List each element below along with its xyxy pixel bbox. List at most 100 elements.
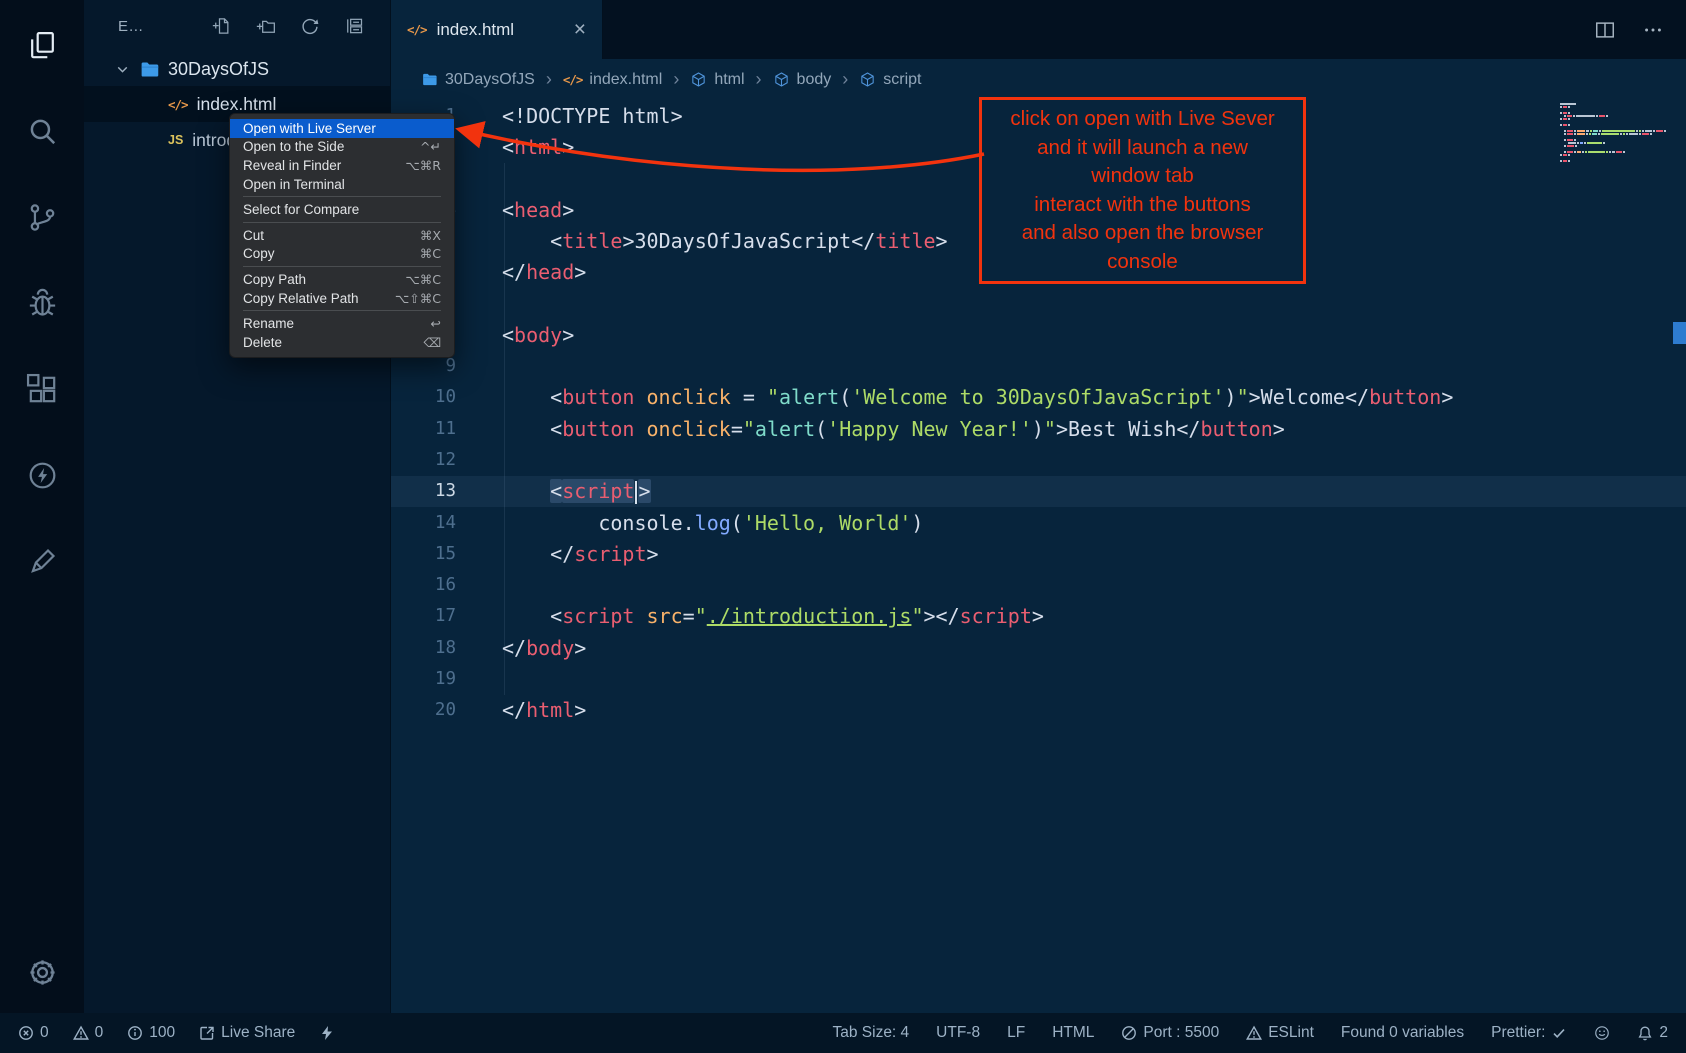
minimap-mark — [1560, 106, 1562, 108]
breadcrumb-30daysofjs[interactable]: 30DaysOfJS — [421, 71, 535, 89]
status-tab-size[interactable]: Tab Size: 4 — [832, 1024, 909, 1042]
breadcrumb-html[interactable]: html — [690, 71, 744, 89]
annotation-text-line: interact with the buttons — [988, 191, 1297, 220]
code-token: body — [526, 636, 574, 660]
status-live-share[interactable]: Live Share — [199, 1024, 295, 1042]
warning-icon — [73, 1025, 89, 1041]
code-line[interactable]: 13 <script> — [391, 476, 1686, 507]
code-line[interactable]: 12 — [391, 444, 1686, 475]
minimap-mark — [1629, 133, 1638, 135]
status-prettier[interactable]: Prettier: — [1491, 1024, 1567, 1042]
breadcrumb-index-html[interactable]: </>index.html — [563, 71, 663, 89]
tab-index-html[interactable]: </> index.html × — [391, 0, 603, 59]
code-token: onclick — [647, 417, 731, 441]
minimap-mark — [1564, 115, 1566, 117]
menu-item-delete[interactable]: Delete⌫ — [230, 333, 454, 352]
code-line[interactable]: 9 — [391, 350, 1686, 381]
menu-item-open-in-terminal[interactable]: Open in Terminal — [230, 175, 454, 194]
code-line[interactable]: 14 console.log('Hello, World') — [391, 507, 1686, 538]
activity-search-icon[interactable] — [14, 96, 70, 166]
minimap-mark — [1598, 133, 1600, 135]
minimap-mark — [1577, 151, 1580, 153]
status-eslint[interactable]: ESLint — [1246, 1024, 1314, 1042]
menu-item-select-for-compare[interactable]: Select for Compare — [230, 200, 454, 219]
code-line[interactable]: 11 <button onclick="alert('Happy New Yea… — [391, 413, 1686, 444]
activity-circle-bolt-icon[interactable] — [14, 440, 70, 510]
refresh-icon[interactable] — [300, 16, 320, 36]
code-line[interactable]: 19 — [391, 663, 1686, 694]
code-line[interactable]: 8<body> — [391, 319, 1686, 350]
code-text: <script src="./introduction.js"></script… — [502, 604, 1044, 628]
menu-item-label: Cut — [243, 228, 264, 243]
code-token: html — [526, 698, 574, 722]
code-token: > — [1249, 385, 1261, 409]
minimap-mark — [1584, 142, 1586, 144]
menu-item-rename[interactable]: Rename↩ — [230, 314, 454, 333]
collapse-all-icon[interactable] — [344, 16, 364, 36]
menu-item-label: Select for Compare — [243, 202, 359, 217]
code-text: <script> — [502, 479, 651, 504]
status-info-count[interactable]: 100 — [127, 1024, 175, 1042]
menu-item-copy[interactable]: Copy⌘C — [230, 245, 454, 264]
activity-source-control-icon[interactable] — [14, 182, 70, 252]
code-token: log — [695, 511, 731, 535]
code-text: <!DOCTYPE html> — [502, 104, 683, 128]
menu-item-copy-path[interactable]: Copy Path⌥⌘C — [230, 270, 454, 289]
activity-extensions-icon[interactable] — [14, 354, 70, 424]
status-warnings[interactable]: 0 — [73, 1024, 104, 1042]
activity-gear-icon[interactable] — [14, 937, 70, 1007]
menu-item-cut[interactable]: Cut⌘X — [230, 226, 454, 245]
line-number: 19 — [391, 669, 456, 689]
status-thunder-client[interactable] — [319, 1025, 335, 1041]
code-line[interactable]: 18</body> — [391, 632, 1686, 663]
status-eol[interactable]: LF — [1007, 1024, 1025, 1042]
activity-debug-icon[interactable] — [14, 268, 70, 338]
activity-bar-bottom — [14, 937, 70, 1013]
code-line[interactable]: 17 <script src="./introduction.js"></scr… — [391, 601, 1686, 632]
status-encoding[interactable]: UTF-8 — [936, 1024, 980, 1042]
code-line[interactable]: 15 </script> — [391, 538, 1686, 569]
code-token: > — [562, 323, 574, 347]
breadcrumb-label: html — [714, 71, 744, 89]
tab-bar: </> index.html × — [391, 0, 1686, 59]
breadcrumb-body[interactable]: body — [773, 71, 832, 89]
menu-item-reveal-in-finder[interactable]: Reveal in Finder⌥⌘R — [230, 156, 454, 175]
status-label: Live Share — [221, 1024, 295, 1042]
minimap-mark — [1564, 133, 1566, 135]
status-label: Port : 5500 — [1143, 1024, 1219, 1042]
minimap-mark — [1568, 142, 1575, 144]
breadcrumb-script[interactable]: script — [859, 71, 921, 89]
close-tab-icon[interactable]: × — [574, 18, 586, 42]
menu-item-open-with-live-server[interactable]: Open with Live Server — [230, 119, 454, 138]
split-editor-icon[interactable] — [1594, 19, 1616, 41]
status-notifications[interactable]: 2 — [1637, 1024, 1668, 1042]
status-variables[interactable]: Found 0 variables — [1341, 1024, 1464, 1042]
menu-item-shortcut: ⌥⌘C — [405, 272, 441, 287]
status-label: 100 — [149, 1024, 175, 1042]
menu-item-copy-relative-path[interactable]: Copy Relative Path⌥⇧⌘C — [230, 289, 454, 308]
tree-root-folder[interactable]: 30DaysOfJS — [84, 52, 390, 86]
status-live-server-port[interactable]: Port : 5500 — [1121, 1024, 1219, 1042]
chevron-right-icon: › — [756, 69, 762, 90]
minimap[interactable] — [1560, 102, 1672, 162]
code-text: <body> — [502, 323, 574, 347]
code-token: " — [1044, 417, 1056, 441]
code-token: head — [514, 198, 562, 222]
status-language-mode[interactable]: HTML — [1052, 1024, 1094, 1042]
status-feedback[interactable] — [1594, 1025, 1610, 1041]
code-token: src — [647, 604, 683, 628]
menu-item-open-to-the-side[interactable]: Open to the Side^↵ — [230, 138, 454, 157]
code-line[interactable]: 20</html> — [391, 695, 1686, 726]
new-folder-icon[interactable] — [256, 16, 276, 36]
status-errors[interactable]: 0 — [18, 1024, 49, 1042]
more-actions-icon[interactable] — [1642, 19, 1664, 41]
code-token: script — [574, 542, 646, 566]
new-file-icon[interactable] — [212, 16, 232, 36]
activity-files-icon[interactable] — [14, 10, 70, 80]
code-token: . — [683, 511, 695, 535]
code-line[interactable]: 10 <button onclick = "alert('Welcome to … — [391, 382, 1686, 413]
code-line[interactable]: 7 — [391, 288, 1686, 319]
code-token: = — [683, 604, 695, 628]
activity-pen-icon[interactable] — [14, 526, 70, 596]
code-line[interactable]: 16 — [391, 569, 1686, 600]
